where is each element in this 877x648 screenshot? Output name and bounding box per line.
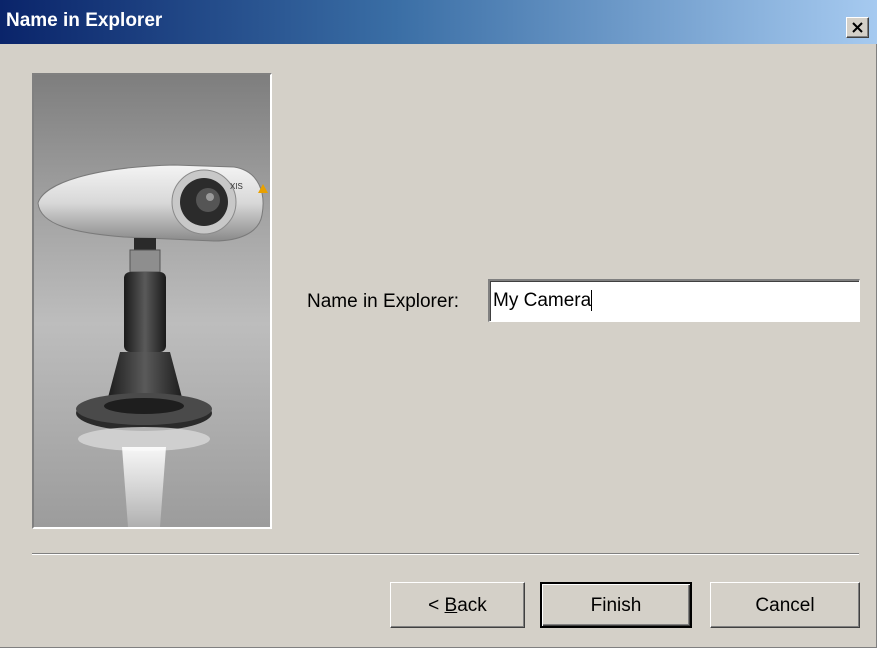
close-icon [852,22,863,33]
camera-illustration: XIS [37,164,268,527]
cancel-button[interactable]: Cancel [710,582,860,628]
name-in-explorer-input[interactable]: My Camera [488,279,860,322]
back-button[interactable]: < Back [390,582,525,628]
close-button[interactable] [846,17,869,38]
name-input-value: My Camera [493,290,592,311]
dialog-window: Name in Explorer XIS Name in Explorer: M… [0,0,877,648]
finish-button[interactable]: Finish [540,582,692,628]
window-title: Name in Explorer [6,10,163,31]
separator-line [32,553,859,555]
back-button-prefix: < [428,594,445,616]
back-button-rest: ack [457,594,487,616]
camera-image: XIS [32,73,272,529]
name-field-label: Name in Explorer: [307,291,460,312]
text-caret [591,290,593,312]
back-button-accel: B [444,594,458,616]
title-bar[interactable]: Name in Explorer [0,0,877,44]
svg-text:XIS: XIS [230,182,243,191]
